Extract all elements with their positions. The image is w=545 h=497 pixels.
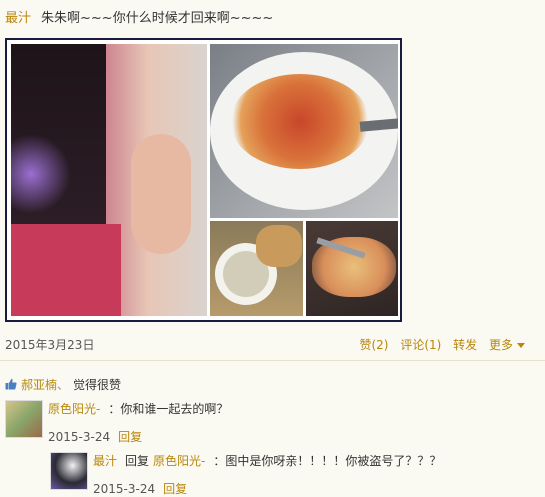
photo-detail-pasta [230, 74, 370, 169]
post-header: 最汁 朱朱啊~~~你什么时候才回来啊~~~~ [5, 7, 273, 26]
reply-date: 2015-3-24 [93, 482, 156, 496]
chevron-down-icon [517, 343, 525, 348]
more-button[interactable]: 更多 [489, 338, 525, 352]
avatar[interactable] [5, 400, 43, 438]
comment-date: 2015-3-24 [48, 430, 111, 444]
reply-target-link[interactable]: 原色阳光- [153, 454, 205, 468]
photo-girl-eating[interactable] [11, 44, 207, 316]
like-separator: 、 [57, 378, 70, 392]
divider [0, 360, 545, 361]
comment-text: ：你和谁一起去的啊？ [108, 402, 229, 416]
reply-body: 最汁 回复 原色阳光- ：图中是你呀亲！！！！你被盗号了？？？ 2015-3-24 回复 [93, 452, 441, 497]
reply-button[interactable]: 回复 [118, 430, 142, 444]
reply-text: ：图中是你呀亲！！！！你被盗号了？？？ [213, 454, 442, 468]
like-button[interactable]: 赞(2) [359, 338, 388, 352]
comment-user-link[interactable]: 原色阳光- [48, 402, 100, 416]
thumbs-up-icon [5, 378, 17, 390]
comment-meta: 2015-3-24 回复 [48, 428, 228, 445]
more-label: 更多 [488, 338, 513, 352]
reply-line: 最汁 回复 原色阳光- ：图中是你呀亲！！！！你被盗号了？？？ [93, 452, 441, 470]
comment-button[interactable]: 评论(1) [400, 338, 441, 352]
photo-detail-bread [256, 225, 302, 267]
post-author-link[interactable]: 最汁 [5, 11, 31, 26]
photo-spaghetti[interactable] [210, 44, 398, 218]
post-actions: 赞(2) 评论(1) 转发 更多 [351, 336, 525, 353]
photo-soup[interactable] [210, 221, 303, 316]
comment-line: 原色阳光- ：你和谁一起去的啊？ [48, 400, 228, 418]
photo-detail-hand [131, 134, 191, 254]
liker-link[interactable]: 郝亚楠 [21, 378, 57, 392]
likes-suffix: 觉得很赞 [73, 378, 122, 392]
avatar[interactable] [50, 452, 88, 490]
reply-word: 回复 [125, 454, 150, 468]
likes-row: 郝亚楠、 觉得很赞 [5, 376, 121, 393]
repost-button[interactable]: 转发 [453, 338, 477, 352]
reply-user-link[interactable]: 最汁 [93, 454, 117, 468]
reply-meta: 2015-3-24 回复 [93, 480, 441, 497]
post-meta-row: 2015年3月23日 赞(2) 评论(1) 转发 更多 [0, 336, 545, 354]
post-text: 朱朱啊~~~你什么时候才回来啊~~~~ [41, 11, 274, 26]
post-date: 2015年3月23日 [5, 338, 95, 352]
photo-detail-shirt [11, 224, 121, 316]
comment-body: 原色阳光- ：你和谁一起去的啊？ 2015-3-24 回复 [48, 400, 228, 445]
reply-button[interactable]: 回复 [163, 482, 187, 496]
photo-pizza[interactable] [306, 221, 398, 316]
photo-collage [5, 38, 402, 322]
